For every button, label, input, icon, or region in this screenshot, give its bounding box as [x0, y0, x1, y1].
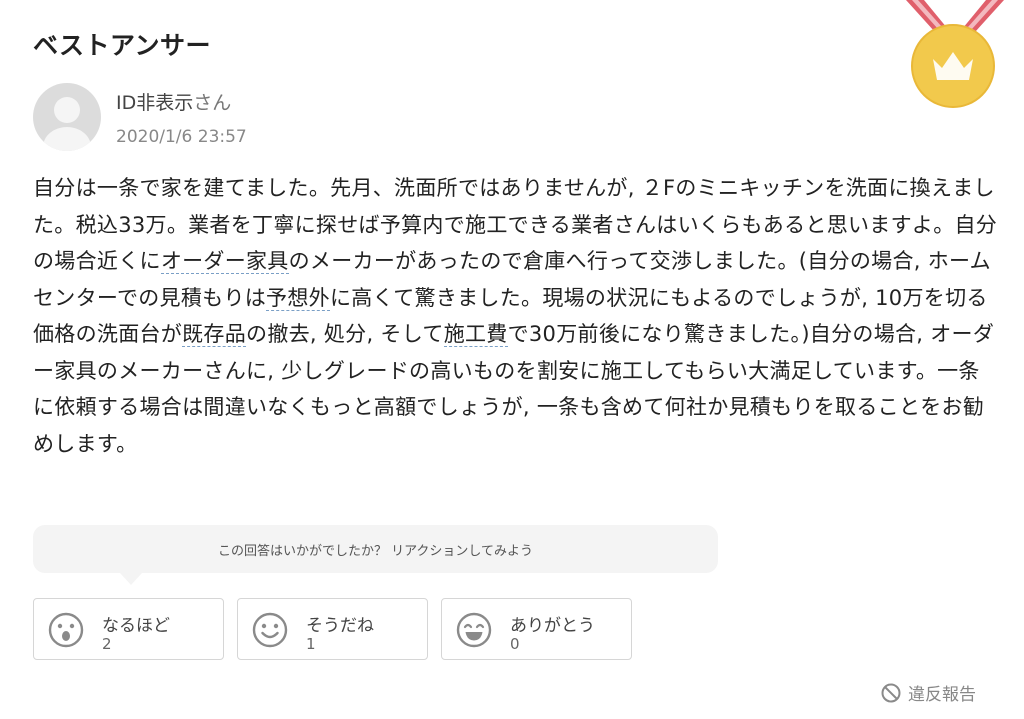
reaction-prompt: この回答はいかがでしたか？ リアクションしてみよう — [33, 525, 718, 573]
reaction-count: 2 — [102, 635, 112, 653]
reaction-label: ありがとう — [510, 616, 595, 636]
avatar — [33, 83, 101, 151]
reaction-arigatou-button[interactable]: ありがとう 0 — [441, 598, 632, 660]
keyword-link[interactable]: オーダー家具 — [160, 249, 289, 274]
prohibited-icon — [881, 683, 901, 702]
author-name[interactable]: ID非表示さん — [116, 88, 231, 115]
smile-face-icon — [252, 612, 288, 648]
prompt-bubble-tail — [120, 573, 142, 585]
reaction-naruhodo-button[interactable]: なるほど 2 — [33, 598, 224, 660]
happy-face-icon — [456, 612, 492, 648]
reaction-count: 1 — [306, 635, 316, 653]
page-title: ベストアンサー — [33, 31, 212, 60]
keyword-link[interactable]: 施工費 — [443, 322, 508, 347]
crown-medal-icon — [906, 0, 1004, 108]
author-id[interactable]: ID非表示 — [116, 92, 193, 114]
best-answer-card: ベストアンサー ID非表示さん 2020/1/6 23:57 自分は一条で家を建… — [0, 0, 1024, 719]
author-suffix: さん — [193, 92, 232, 114]
keyword-link[interactable]: 予想外 — [266, 285, 330, 311]
reaction-label: そうだね — [306, 616, 374, 636]
answer-text: 自分は一条で家を建てました。先月、洗面所ではありませんが, ２Fのミニキッチンを… — [33, 170, 999, 462]
answer-timestamp: 2020/1/6 23:57 — [116, 127, 247, 147]
report-label[interactable]: 違反報告 — [908, 680, 976, 705]
reaction-label: なるほど — [102, 616, 170, 636]
answer-text-segment: の撤去, 処分, そして — [246, 322, 444, 346]
reaction-soudane-button[interactable]: そうだね 1 — [237, 598, 428, 660]
keyword-link[interactable]: 既存品 — [182, 322, 247, 347]
surprised-face-icon — [48, 612, 84, 648]
reaction-count: 0 — [510, 635, 520, 653]
report-link[interactable]: 違反報告 — [880, 680, 976, 705]
